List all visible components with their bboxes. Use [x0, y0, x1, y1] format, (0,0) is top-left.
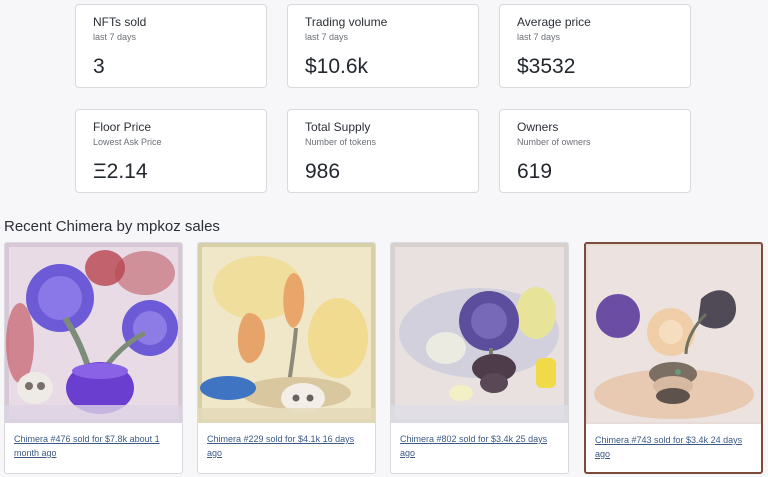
stat-value: 619: [517, 160, 553, 183]
sale-card[interactable]: Chimera #802 sold for $3.4k 25 days ago: [390, 242, 569, 474]
sale-card[interactable]: Chimera #229 sold for $4.1k 16 days ago: [197, 242, 376, 474]
stat-value: 986: [305, 160, 341, 183]
stat-value: 3: [93, 55, 105, 78]
nft-artwork-image[interactable]: [5, 243, 182, 423]
stat-value: Ξ2.14: [93, 160, 148, 183]
sale-card[interactable]: Chimera #743 sold for $3.4k 24 days ago: [584, 242, 763, 474]
stat-title: Floor Price: [93, 120, 152, 134]
stat-subtitle: last 7 days: [305, 32, 349, 42]
sale-link[interactable]: Chimera #476 sold for $7.8k about 1 mont…: [14, 432, 172, 460]
stat-title: Average price: [517, 15, 591, 29]
stat-subtitle: Number of tokens: [305, 137, 377, 147]
stat-card-owners: Owners Number of owners 619: [499, 109, 691, 193]
stat-card-nfts-sold: NFTs sold last 7 days 3: [75, 4, 267, 88]
nft-artwork-image[interactable]: [198, 243, 375, 423]
stat-title: Trading volume: [305, 15, 388, 29]
stat-value: $10.6k: [305, 55, 369, 78]
stat-subtitle: last 7 days: [93, 32, 137, 42]
stat-title: Owners: [517, 120, 559, 134]
recent-sales-heading: Recent Chimera by mpkoz sales: [4, 218, 220, 235]
stat-card-trading-volume: Trading volume last 7 days $10.6k: [287, 4, 479, 88]
stat-subtitle: Lowest Ask Price: [93, 137, 162, 147]
stat-subtitle: last 7 days: [517, 32, 561, 42]
stat-card-average-price: Average price last 7 days $3532: [499, 4, 691, 88]
stat-value: $3532: [517, 55, 576, 78]
stat-card-floor-price: Floor Price Lowest Ask Price Ξ2.14: [75, 109, 267, 193]
stat-subtitle: Number of owners: [517, 137, 591, 147]
nft-artwork-image[interactable]: [586, 244, 763, 424]
sale-link[interactable]: Chimera #802 sold for $3.4k 25 days ago: [400, 432, 558, 460]
nft-collection-stats-page: NFTs sold last 7 days 3 Trading volume l…: [0, 0, 768, 477]
sale-card[interactable]: Chimera #476 sold for $7.8k about 1 mont…: [4, 242, 183, 474]
sale-link[interactable]: Chimera #229 sold for $4.1k 16 days ago: [207, 432, 365, 460]
nft-artwork-image[interactable]: [391, 243, 568, 423]
sale-link[interactable]: Chimera #743 sold for $3.4k 24 days ago: [595, 433, 753, 461]
stat-title: NFTs sold: [93, 15, 147, 29]
stat-card-total-supply: Total Supply Number of tokens 986: [287, 109, 479, 193]
stat-title: Total Supply: [305, 120, 371, 134]
